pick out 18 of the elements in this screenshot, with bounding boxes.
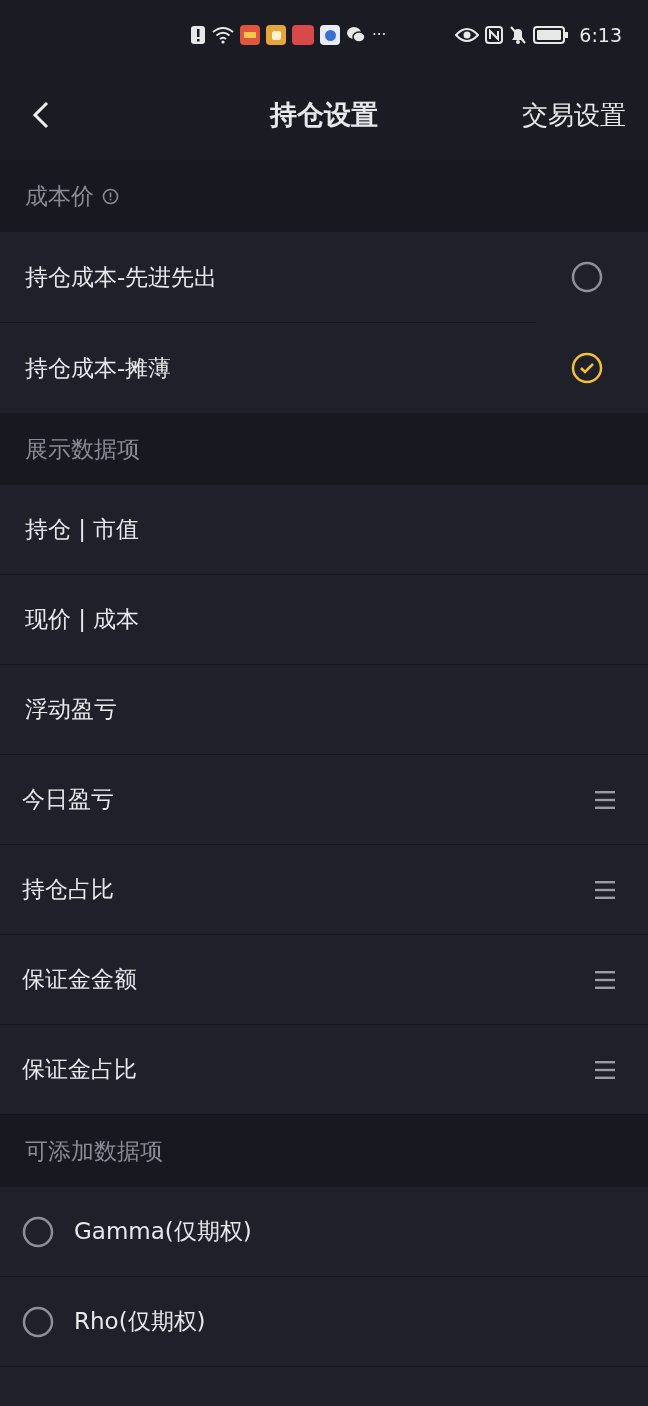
item-label: Gamma(仅期权) <box>74 1217 252 1247</box>
clock: 6:13 <box>579 22 622 48</box>
item-label: 保证金金额 <box>22 965 138 995</box>
item-label: 持仓 | 市值 <box>25 515 141 545</box>
item-label: 现价 | 成本 <box>25 605 141 635</box>
option-label: 持仓成本-先进先出 <box>25 262 219 292</box>
item-label: 浮动盈亏 <box>25 695 118 725</box>
section-header: 成本价 <box>25 181 94 211</box>
item-label: 今日盈亏 <box>22 785 115 815</box>
item-label: Rho(仅期权) <box>74 1307 206 1337</box>
section-header: 展示数据项 <box>25 434 140 464</box>
section-header: 可添加数据项 <box>25 1136 163 1166</box>
item-label: 保证金占比 <box>22 1055 138 1085</box>
page-title: 持仓设置 <box>270 97 378 132</box>
more-indicator: ··· <box>372 27 387 43</box>
trade-settings-link[interactable]: 交易设置 <box>522 95 648 135</box>
option-label: 持仓成本-摊薄 <box>25 353 173 383</box>
item-label: 持仓占比 <box>22 875 115 905</box>
